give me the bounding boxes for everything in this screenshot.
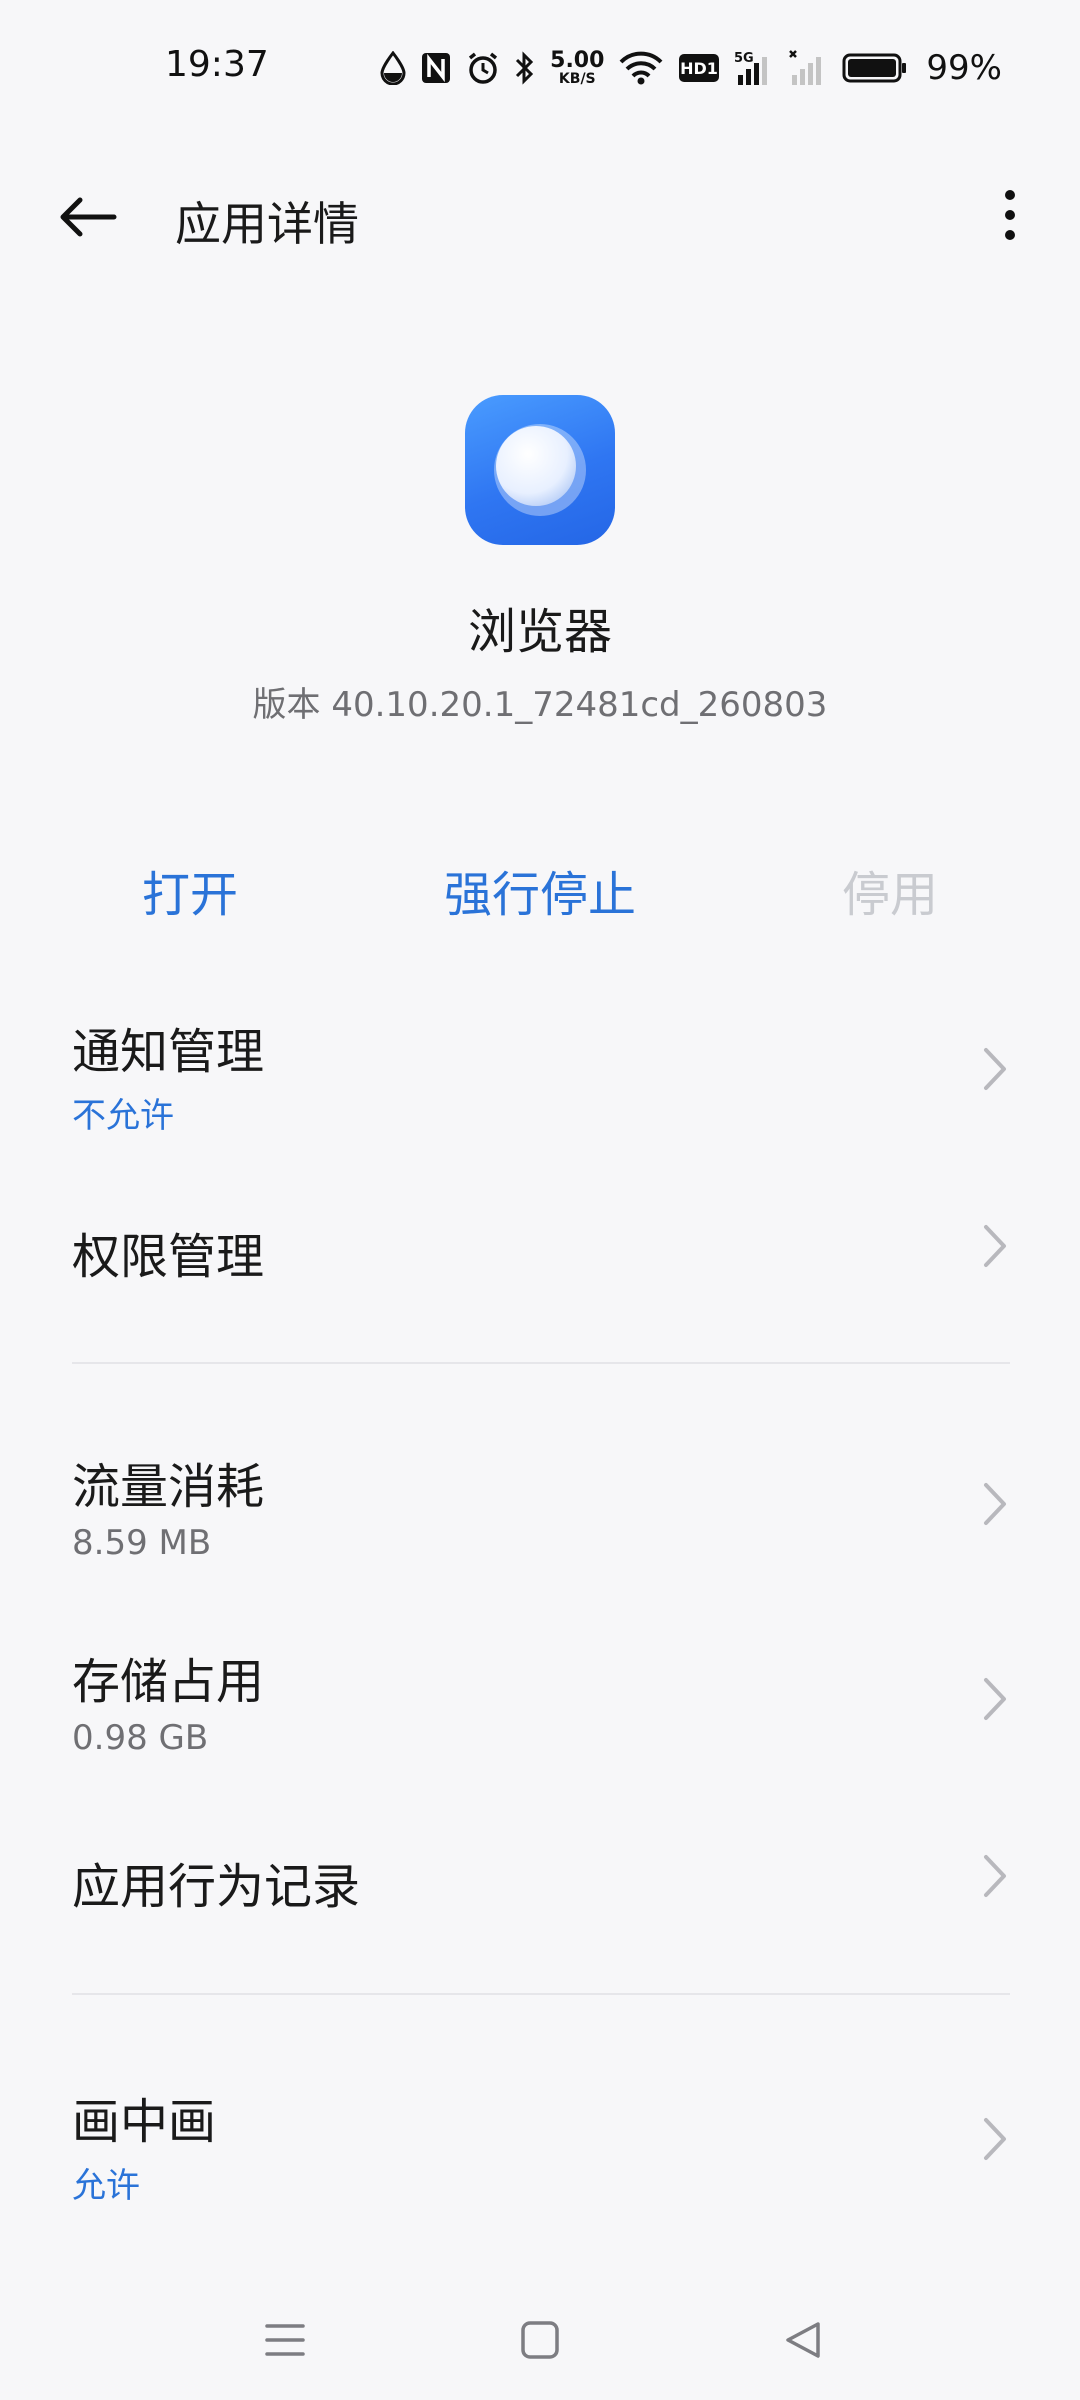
hd-icon: HD1 xyxy=(679,54,720,82)
item-title: 通知管理 xyxy=(72,1024,265,1080)
chevron-right-icon xyxy=(984,1678,1006,1720)
item-value: 允许 xyxy=(72,2166,140,2206)
divider xyxy=(72,1362,1010,1364)
nfc-icon xyxy=(422,53,451,83)
item-title: 画中画 xyxy=(72,2094,217,2150)
status-bar: 19:37 5.00 KB/S HD1 5G 99% xyxy=(0,0,1080,140)
list-item-behavior-record[interactable]: 应用行为记录 xyxy=(0,1825,1080,1935)
status-time: 19:37 xyxy=(165,44,269,85)
network-speed: 5.00 KB/S xyxy=(550,48,605,87)
item-title: 应用行为记录 xyxy=(72,1859,361,1915)
signal-5g-icon: 5G xyxy=(734,51,768,85)
bluetooth-icon xyxy=(516,51,534,85)
list-item-data-usage[interactable]: 流量消耗 8.59 MB xyxy=(0,1435,1080,1585)
back-nav-button[interactable] xyxy=(773,2310,833,2370)
open-button[interactable]: 打开 xyxy=(142,855,238,925)
divider xyxy=(72,1993,1010,1995)
chevron-right-icon xyxy=(984,1483,1006,1525)
list-item-notification[interactable]: 通知管理 不允许 xyxy=(0,1000,1080,1150)
battery-percent: 99% xyxy=(926,48,1002,88)
home-button[interactable] xyxy=(510,2310,570,2370)
list-item-picture-in-picture[interactable]: 画中画 允许 xyxy=(0,2070,1080,2220)
network-speed-unit: KB/S xyxy=(558,71,596,87)
item-title: 流量消耗 xyxy=(72,1459,265,1515)
app-name: 浏览器 xyxy=(467,604,612,660)
force-stop-button[interactable]: 强行停止 xyxy=(444,855,636,925)
system-nav-bar xyxy=(0,2280,1080,2390)
back-button[interactable] xyxy=(58,182,138,252)
item-value: 0.98 GB xyxy=(72,1718,209,1758)
status-icons: 5.00 KB/S HD1 5G 99% xyxy=(380,44,1002,92)
action-buttons: 打开 强行停止 停用 xyxy=(0,855,1080,935)
list-item-permissions[interactable]: 权限管理 xyxy=(0,1195,1080,1305)
triangle-back-icon xyxy=(786,2322,820,2358)
app-version: 版本 40.10.20.1_72481cd_260803 xyxy=(252,685,828,725)
page-title: 应用详情 xyxy=(175,197,359,251)
svg-text:5G: 5G xyxy=(734,51,754,66)
recent-apps-button[interactable] xyxy=(255,2310,315,2370)
item-value: 不允许 xyxy=(72,1096,174,1136)
browser-app-icon xyxy=(465,395,615,545)
chevron-right-icon xyxy=(984,1048,1006,1090)
network-speed-value: 5.00 xyxy=(550,48,605,73)
more-vertical-icon xyxy=(1005,190,1015,240)
arrow-left-icon xyxy=(60,197,117,237)
more-options-button[interactable] xyxy=(980,180,1040,250)
chevron-right-icon xyxy=(984,1225,1006,1267)
water-drop-icon xyxy=(380,51,406,85)
item-title: 存储占用 xyxy=(72,1654,265,1710)
signal-no-service-icon xyxy=(789,50,822,85)
menu-icon xyxy=(265,2324,305,2356)
chevron-right-icon xyxy=(984,1855,1006,1897)
square-icon xyxy=(521,2321,559,2359)
alarm-icon xyxy=(469,52,498,84)
wifi-icon xyxy=(619,51,663,85)
svg-text:HD1: HD1 xyxy=(681,59,719,78)
disable-button[interactable]: 停用 xyxy=(842,855,938,925)
item-title: 权限管理 xyxy=(72,1229,265,1285)
chevron-right-icon xyxy=(984,2118,1006,2160)
item-value: 8.59 MB xyxy=(72,1523,212,1563)
app-bar: 应用详情 xyxy=(0,160,1080,270)
battery-icon xyxy=(842,53,907,83)
list-item-storage[interactable]: 存储占用 0.98 GB xyxy=(0,1630,1080,1780)
